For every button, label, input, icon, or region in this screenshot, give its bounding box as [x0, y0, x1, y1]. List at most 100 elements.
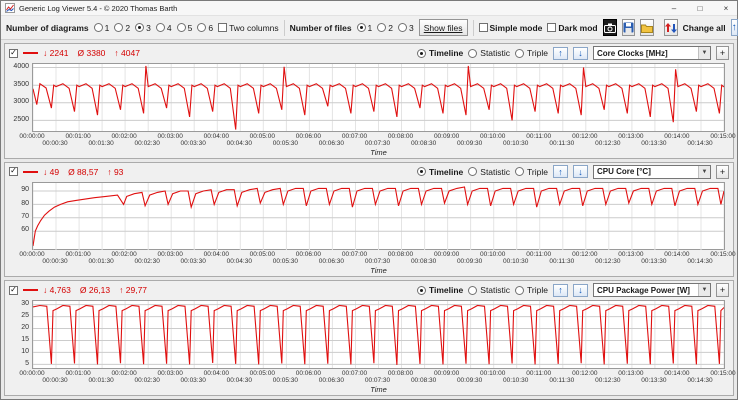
add-metric-button[interactable]: + [716, 164, 729, 179]
view-statistic-radio[interactable]: Statistic [468, 167, 510, 177]
x-tick-label: 00:09:30 [456, 258, 483, 266]
x-tick-label: 00:02:00 [111, 251, 137, 259]
maximize-button[interactable]: □ [689, 1, 711, 15]
x-tick-label: 00:02:00 [111, 132, 137, 140]
radio-icon [197, 23, 207, 32]
view-timeline-radio[interactable]: Timeline [416, 48, 463, 58]
swap-arrows-icon [664, 22, 677, 34]
diagrams-radio-6[interactable]: 6 [197, 23, 213, 33]
two-columns-checkbox[interactable]: Two columns [218, 23, 279, 33]
add-metric-button[interactable]: + [716, 46, 729, 60]
x-tick-label: 00:09:30 [456, 139, 483, 147]
view-triple-radio[interactable]: Triple [515, 285, 548, 295]
x-tick-label: 00:05:30 [272, 258, 299, 266]
x-tick-label: 00:13:00 [618, 251, 644, 259]
x-tick-label: 00:04:30 [226, 139, 252, 147]
files-radio-1[interactable]: 1 [356, 23, 372, 33]
plot-column: 00:00:00 00:00:30 00:01:00 00:01:30 00:02:00… [19, 63, 736, 157]
series-visible-checkbox[interactable] [9, 167, 18, 177]
x-tick-label: 00:08:00 [387, 370, 414, 378]
x-tick-label: 00:12:30 [595, 139, 621, 147]
metric-up-button[interactable]: ↑ [553, 283, 568, 297]
diagrams-radio-3[interactable]: 3 [135, 23, 151, 33]
x-tick-label: 00:11:00 [526, 132, 552, 140]
x-tick-label: 00:00:30 [42, 377, 68, 385]
x-tick-label: 00:14:30 [687, 258, 713, 266]
plot-area[interactable] [32, 63, 725, 132]
camera-icon [603, 23, 616, 33]
screenshot-button[interactable] [602, 19, 617, 36]
show-files-button[interactable]: Show files [418, 19, 468, 36]
view-statistic-radio[interactable]: Statistic [468, 285, 510, 295]
metric-down-button[interactable]: ↓ [573, 46, 588, 60]
plot-area[interactable] [32, 300, 725, 370]
series-visible-checkbox[interactable] [9, 48, 18, 58]
files-group-label: Number of files [289, 22, 352, 33]
metric-dropdown[interactable]: CPU Package Power [W] ▼ [593, 283, 711, 298]
x-tick-label: 00:12:00 [572, 251, 598, 259]
x-axis-labels: 00:00:00 00:00:30 00:01:00 00:01:30 00:02:00… [19, 369, 735, 385]
x-tick-label: 00:11:30 [549, 139, 575, 147]
save-icon [623, 22, 634, 33]
radio-icon [398, 23, 408, 32]
stat-min: ↓ 2241 [43, 48, 69, 58]
view-statistic-radio[interactable]: Statistic [468, 48, 510, 58]
files-radio-2[interactable]: 2 [377, 23, 393, 33]
x-tick-label: 00:15:00 [710, 251, 736, 259]
y-axis-labels: 2500 3000 3500 4000 [5, 63, 32, 157]
x-tick-label: 00:06:30 [318, 139, 345, 147]
metric-down-button[interactable]: ↓ [573, 165, 588, 179]
chart-panel-core-clocks: ↓ 2241 Ø 3380 ↑ 4047 Timeline Statistic … [4, 43, 736, 159]
y-tick-label: 3500 [13, 80, 29, 88]
x-tick-label: 00:00:00 [19, 251, 45, 259]
chart-panel-cpu-core-temp: ↓ 49 Ø 88,57 ↑ 93 Timeline Statistic Tri… [4, 161, 736, 278]
metric-up-button[interactable]: ↑ [553, 165, 568, 179]
files-radio-3[interactable]: 3 [398, 23, 414, 33]
add-metric-button[interactable]: + [716, 283, 729, 298]
simple-mode-checkbox[interactable]: Simple mode [478, 23, 542, 33]
open-folder-button[interactable] [639, 19, 654, 36]
diagrams-radio-4[interactable]: 4 [155, 23, 172, 33]
y-axis-labels: 5 10 15 20 25 30 [5, 300, 32, 394]
series-stats: ↓ 2241 Ø 3380 ↑ 4047 [43, 48, 140, 58]
change-all-up-button[interactable]: ↑ [730, 19, 738, 36]
y-tick-label: 2500 [13, 115, 29, 123]
x-tick-label: 00:11:00 [526, 251, 552, 259]
x-tick-label: 00:02:30 [134, 258, 160, 266]
save-button[interactable] [621, 19, 635, 36]
view-triple-radio[interactable]: Triple [515, 48, 548, 58]
x-tick-label: 00:03:30 [180, 258, 206, 266]
x-tick-label: 00:04:30 [226, 377, 252, 385]
x-tick-label: 00:01:00 [65, 370, 91, 378]
x-tick-label: 00:00:00 [19, 370, 45, 378]
view-timeline-radio[interactable]: Timeline [416, 285, 463, 295]
metric-dropdown[interactable]: Core Clocks [MHz] ▼ [593, 46, 711, 60]
x-tick-label: 00:13:30 [641, 139, 667, 147]
metric-dropdown[interactable]: CPU Core [°C] ▼ [593, 164, 711, 179]
x-tick-label: 00:04:30 [226, 258, 252, 266]
chart-svg [33, 64, 724, 131]
view-timeline-radio[interactable]: Timeline [416, 167, 463, 177]
minimize-button[interactable]: – [663, 1, 685, 15]
metric-down-button[interactable]: ↓ [573, 283, 588, 297]
view-triple-radio[interactable]: Triple [515, 167, 548, 177]
plot-area[interactable] [32, 181, 725, 251]
x-tick-label: 00:14:30 [687, 139, 713, 147]
close-button[interactable]: × [715, 1, 737, 15]
x-tick-label: 00:14:00 [664, 251, 690, 259]
chart-svg [33, 182, 724, 250]
stat-max: ↑ 93 [107, 166, 124, 177]
x-axis-labels: 00:00:00 00:00:30 00:01:00 00:01:30 00:02:00… [19, 250, 735, 266]
swap-all-button[interactable] [663, 19, 678, 36]
x-tick-label: 00:06:00 [295, 132, 322, 140]
series-visible-checkbox[interactable] [9, 285, 18, 295]
metric-up-button[interactable]: ↑ [553, 46, 568, 60]
x-tick-label: 00:04:00 [203, 251, 229, 259]
app-window: Generic Log Viewer 5.4 - © 2020 Thomas B… [1, 1, 738, 399]
diagrams-radio-5[interactable]: 5 [176, 23, 192, 33]
diagrams-radio-2[interactable]: 2 [114, 23, 130, 33]
x-tick-label: 00:13:00 [618, 370, 644, 378]
diagrams-radio-1[interactable]: 1 [93, 23, 109, 33]
chevron-down-icon: ▼ [698, 284, 710, 297]
dark-mode-checkbox[interactable]: Dark mod [547, 23, 598, 33]
